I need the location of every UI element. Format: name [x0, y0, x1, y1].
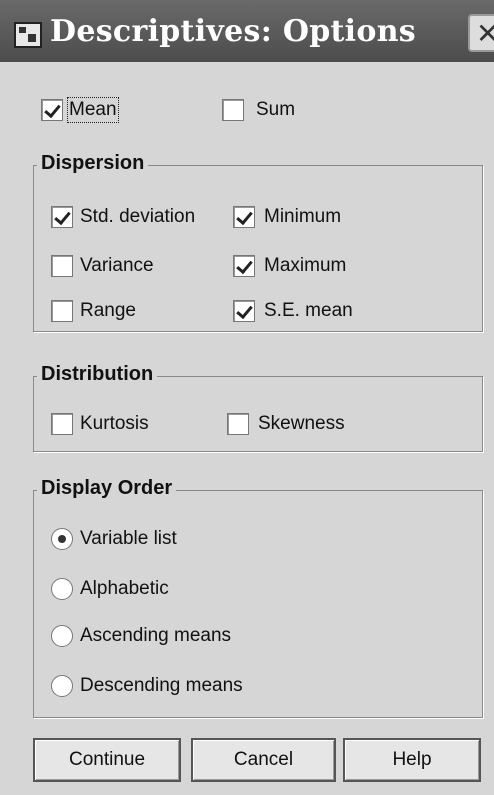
cancel-button[interactable]: Cancel — [191, 738, 336, 782]
minimum-label[interactable]: Minimum — [264, 206, 341, 228]
sum-label[interactable]: Sum — [256, 99, 295, 121]
window-title: Descriptives: Options — [50, 14, 416, 49]
se-mean-label[interactable]: S.E. mean — [264, 300, 353, 322]
skewness-checkbox[interactable] — [227, 413, 249, 435]
kurtosis-checkbox[interactable] — [51, 413, 73, 435]
variance-label[interactable]: Variance — [80, 255, 154, 277]
continue-button[interactable]: Continue — [33, 738, 181, 782]
descriptives-window-icon — [14, 22, 42, 48]
alphabetic-label[interactable]: Alphabetic — [80, 578, 169, 600]
display-order-legend: Display Order — [37, 477, 177, 500]
variance-checkbox[interactable] — [51, 255, 73, 277]
std-deviation-checkbox[interactable] — [51, 206, 73, 228]
help-button[interactable]: Help — [343, 738, 481, 782]
minimum-checkbox[interactable] — [233, 206, 255, 228]
range-checkbox[interactable] — [51, 300, 73, 322]
variable-list-radio[interactable] — [51, 528, 73, 550]
kurtosis-label[interactable]: Kurtosis — [80, 413, 149, 435]
dispersion-legend: Dispersion — [37, 152, 149, 175]
ascending-means-label[interactable]: Ascending means — [80, 625, 231, 647]
close-icon[interactable]: ✕ — [468, 14, 494, 52]
sum-checkbox[interactable] — [222, 99, 244, 121]
std-deviation-label[interactable]: Std. deviation — [80, 206, 195, 228]
mean-label[interactable]: Mean — [67, 97, 119, 123]
alphabetic-radio[interactable] — [51, 578, 73, 600]
ascending-means-radio[interactable] — [51, 625, 73, 647]
distribution-legend: Distribution — [37, 363, 158, 386]
variable-list-label[interactable]: Variable list — [80, 528, 177, 550]
mean-checkbox[interactable] — [41, 99, 63, 121]
title-bar: Descriptives: Options ✕ — [0, 0, 494, 62]
se-mean-checkbox[interactable] — [233, 300, 255, 322]
skewness-label[interactable]: Skewness — [258, 413, 345, 435]
range-label[interactable]: Range — [80, 300, 136, 322]
maximum-label[interactable]: Maximum — [264, 255, 346, 277]
maximum-checkbox[interactable] — [233, 255, 255, 277]
descending-means-label[interactable]: Descending means — [80, 675, 243, 697]
descending-means-radio[interactable] — [51, 675, 73, 697]
